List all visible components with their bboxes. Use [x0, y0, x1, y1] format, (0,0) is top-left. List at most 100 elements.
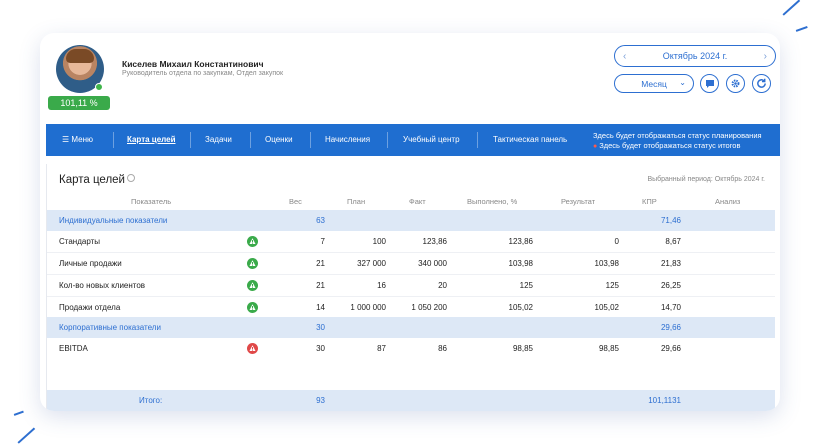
period-selector[interactable]: ‹ Октябрь 2024 г. › [614, 45, 776, 67]
row-weight: 30 [316, 344, 325, 353]
user-name: Киселев Михаил Константинович [122, 59, 264, 69]
row-kpr: 8,67 [665, 237, 681, 246]
tab-goals-map[interactable]: Карта целей [127, 124, 176, 156]
mode-select[interactable]: Месяц ⌄ [614, 74, 694, 93]
decor-stroke [13, 410, 24, 416]
table-row[interactable]: EBITDA 30 87 86 98,85 98,85 29,66 [47, 338, 775, 359]
row-result: 98,85 [598, 344, 619, 353]
row-done: 103,98 [508, 259, 533, 268]
period-label: Октябрь 2024 г. [662, 51, 728, 61]
col-head-fact: Факт [409, 197, 426, 206]
tab-tasks[interactable]: Задачи [205, 124, 232, 156]
status-ok-icon [247, 236, 258, 247]
group-kpr: 29,66 [660, 323, 681, 332]
goals-panel: Карта целей Выбранный период: Октябрь 20… [46, 164, 780, 411]
menu-button[interactable]: ☰ Меню [62, 124, 93, 156]
row-plan: 100 [372, 237, 386, 246]
group-label: Корпоративные показатели [59, 323, 161, 332]
total-row: Итого: 93 101,1131 [47, 390, 775, 411]
info-icon[interactable] [126, 174, 135, 182]
status-planning: Здесь будет отображаться статус планиров… [593, 131, 762, 140]
group-label: Индивидуальные показатели [59, 216, 168, 225]
row-done: 98,85 [512, 344, 533, 353]
col-head-kpr: КПР [642, 197, 657, 206]
screenshot-stage: 101,11 % Киселев Михаил Константинович Р… [0, 0, 819, 448]
chat-icon [705, 79, 714, 88]
col-head-plan: План [347, 197, 366, 206]
row-weight: 21 [316, 259, 325, 268]
col-head-result: Результат [561, 197, 596, 206]
nav-divider [477, 132, 478, 148]
row-result: 105,02 [594, 303, 619, 312]
decor-stroke [795, 25, 808, 32]
row-kpr: 29,66 [660, 344, 681, 353]
group-row-individual[interactable]: Индивидуальные показатели 63 71,46 [47, 210, 775, 231]
settings-button[interactable] [726, 74, 745, 93]
app-card: 101,11 % Киселев Михаил Константинович Р… [40, 33, 780, 411]
row-fact: 86 [438, 344, 447, 353]
status-results: Здесь будет отображаться статус итогов [599, 141, 741, 150]
panel-title: Карта целей [59, 174, 135, 186]
tab-tactical-panel[interactable]: Тактическая панель [493, 124, 567, 156]
row-kpr: 14,70 [660, 303, 681, 312]
col-head-weight: Вес [289, 197, 302, 206]
row-done: 125 [519, 281, 533, 290]
score-badge: 101,11 % [48, 96, 110, 110]
table-row[interactable]: Личные продажи 21 327 000 340 000 103,98… [47, 253, 775, 274]
chat-button[interactable] [700, 74, 719, 93]
status-ok-icon [247, 302, 258, 313]
total-kpr: 101,1131 [648, 396, 681, 405]
nav-divider [387, 132, 388, 148]
row-done: 105,02 [508, 303, 533, 312]
table-row[interactable]: Продажи отдела 14 1 000 000 1 050 200 10… [47, 297, 775, 318]
status-warning-icon [247, 343, 258, 354]
row-result: 125 [605, 281, 619, 290]
row-fact: 1 050 200 [411, 303, 447, 312]
mode-select-value: Месяц [641, 78, 667, 89]
row-name: Продажи отдела [59, 303, 121, 312]
row-fact: 123,86 [422, 237, 447, 246]
nav-divider [190, 132, 191, 148]
row-weight: 7 [320, 237, 325, 246]
menu-label: Меню [71, 135, 94, 144]
row-kpr: 26,25 [660, 281, 681, 290]
row-result: 0 [614, 237, 619, 246]
row-result: 103,98 [594, 259, 619, 268]
tab-training-center[interactable]: Учебный центр [403, 124, 460, 156]
decor-stroke [782, 0, 800, 16]
row-name: Кол-во новых клиентов [59, 281, 146, 290]
row-plan: 327 000 [357, 259, 386, 268]
row-plan: 1 000 000 [350, 303, 386, 312]
total-weight: 93 [316, 396, 325, 405]
menu-icon: ☰ [62, 135, 72, 144]
main-nav: ☰ Меню Карта целей Задачи Оценки Начисле… [46, 124, 780, 156]
col-head-done: Выполнено, % [467, 197, 518, 206]
total-label: Итого: [139, 396, 163, 405]
refresh-button[interactable] [752, 74, 771, 93]
nav-divider [250, 132, 251, 148]
row-fact: 340 000 [418, 259, 447, 268]
table-row[interactable]: Кол-во новых клиентов 21 16 20 125 125 2… [47, 275, 775, 296]
tab-accruals[interactable]: Начисления [325, 124, 370, 156]
nav-status: Здесь будет отображаться статус планиров… [593, 131, 762, 152]
decor-stroke [17, 427, 35, 444]
refresh-icon [757, 78, 766, 88]
table-row[interactable]: Стандарты 7 100 123,86 123,86 0 8,67 [47, 231, 775, 252]
gear-icon [731, 79, 740, 88]
status-ok-icon [247, 280, 258, 291]
row-name: Стандарты [59, 237, 101, 246]
chevron-right-icon[interactable]: › [764, 51, 767, 62]
row-plan: 87 [377, 344, 386, 353]
group-row-corporate[interactable]: Корпоративные показатели 30 29,66 [47, 317, 775, 338]
group-kpr: 71,46 [660, 216, 681, 225]
selected-period-label: Выбранный период: Октябрь 2024 г. [647, 176, 765, 183]
row-name: EBITDA [59, 344, 88, 353]
nav-divider [310, 132, 311, 148]
group-weight: 63 [316, 216, 325, 225]
col-head-indicator: Показатель [131, 197, 172, 206]
row-fact: 20 [438, 281, 447, 290]
status-ok-icon [247, 258, 258, 269]
group-weight: 30 [316, 323, 325, 332]
tab-ratings[interactable]: Оценки [265, 124, 293, 156]
chevron-left-icon[interactable]: ‹ [623, 51, 626, 62]
